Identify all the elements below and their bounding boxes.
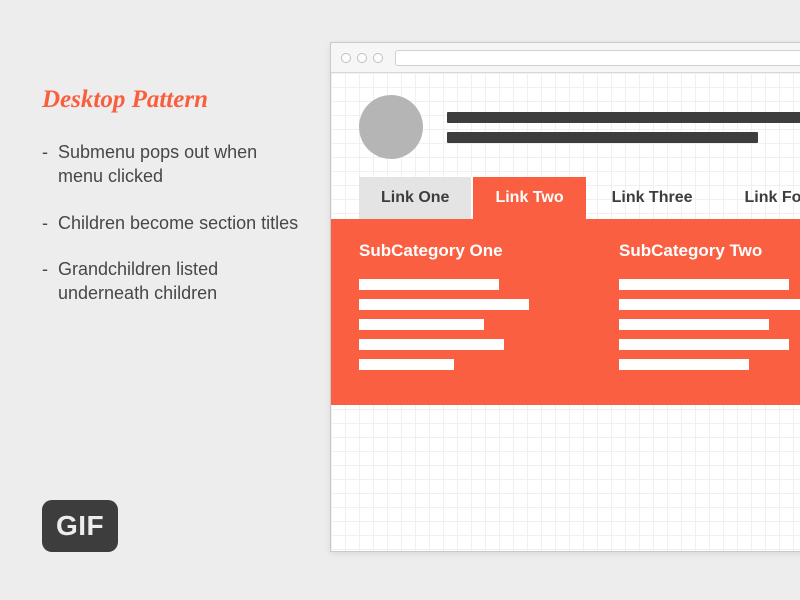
gif-badge: GIF [42,500,118,552]
mega-column: SubCategory One [359,241,559,379]
header-text-placeholder [447,112,800,143]
tab-link-three[interactable]: Link Three [586,177,719,219]
browser-window: Link One Link Two Link Three Link Four S… [330,42,800,552]
submenu-link-placeholder[interactable] [359,279,499,290]
avatar [359,95,423,159]
page-header [331,73,800,177]
pattern-title: Desktop Pattern [42,86,302,114]
subcategory-title: SubCategory One [359,241,559,261]
tab-link-four[interactable]: Link Four [719,177,800,219]
bullet-item: Grandchildren listed underneath children [42,257,302,306]
tab-link-two[interactable]: Link Two [473,177,585,219]
subcategory-title: SubCategory Two [619,241,800,261]
url-bar[interactable] [395,50,800,66]
info-panel: Desktop Pattern Submenu pops out when me… [42,86,302,327]
bullet-item: Children become section titles [42,211,302,235]
submenu-link-placeholder[interactable] [359,299,529,310]
bullet-list: Submenu pops out when menu clicked Child… [42,140,302,305]
submenu-link-placeholder[interactable] [359,319,484,330]
submenu-link-placeholder[interactable] [619,339,789,350]
page-canvas: Link One Link Two Link Three Link Four S… [331,73,800,551]
submenu-link-placeholder[interactable] [619,319,769,330]
window-close-icon[interactable] [341,53,351,63]
submenu-link-placeholder[interactable] [359,339,504,350]
window-minimize-icon[interactable] [357,53,367,63]
mega-column: SubCategory Two [619,241,800,379]
tab-link-one[interactable]: Link One [359,177,473,219]
placeholder-bar [447,132,758,143]
submenu-link-placeholder[interactable] [359,359,454,370]
submenu-link-placeholder[interactable] [619,359,749,370]
window-zoom-icon[interactable] [373,53,383,63]
browser-titlebar [331,43,800,73]
bullet-item: Submenu pops out when menu clicked [42,140,302,189]
submenu-link-placeholder[interactable] [619,279,789,290]
placeholder-bar [447,112,800,123]
nav-tabs: Link One Link Two Link Three Link Four [331,177,800,219]
submenu-link-placeholder[interactable] [619,299,800,310]
mega-menu: SubCategory One SubCategory Two [331,219,800,405]
